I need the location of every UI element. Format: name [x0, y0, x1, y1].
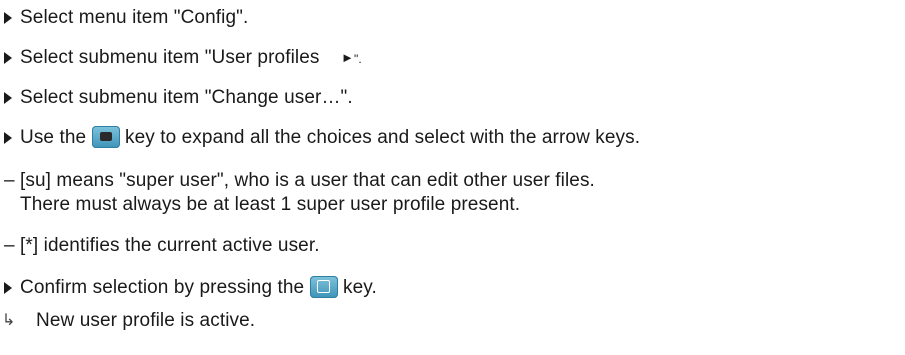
step-text: Use the — [20, 127, 87, 148]
submenu-arrow-icon: ► — [341, 50, 354, 65]
note-text: [*] identifies the current active user. — [20, 235, 320, 256]
note-text: There must always be at least 1 super us… — [20, 194, 521, 215]
dash-marker: – — [4, 170, 15, 191]
menu-key-icon — [91, 126, 120, 148]
bullet-triangle-icon — [4, 276, 12, 300]
step-text-end: key to expand all the choices and select… — [124, 127, 641, 148]
confirm-key-icon — [309, 276, 338, 298]
step-text-end: ". — [353, 52, 362, 66]
bullet-triangle-icon — [4, 86, 12, 110]
step-text: Confirm selection by pressing the — [20, 277, 305, 298]
result-text: New user profile is active. — [36, 310, 256, 331]
step-text: Select menu item "Config". — [20, 7, 249, 28]
bullet-triangle-icon — [4, 46, 12, 70]
step-text: Select submenu item "User profiles — [20, 47, 320, 68]
dash-marker: – — [4, 235, 15, 256]
step-text-end: key. — [343, 277, 377, 298]
step-text: Select submenu item "Change user…". — [20, 87, 353, 108]
bullet-triangle-icon — [4, 6, 12, 30]
result-arrow-icon: ↳ — [2, 312, 16, 329]
bullet-triangle-icon — [4, 126, 12, 150]
note-text: [su] means "super user", who is a user t… — [20, 170, 595, 191]
